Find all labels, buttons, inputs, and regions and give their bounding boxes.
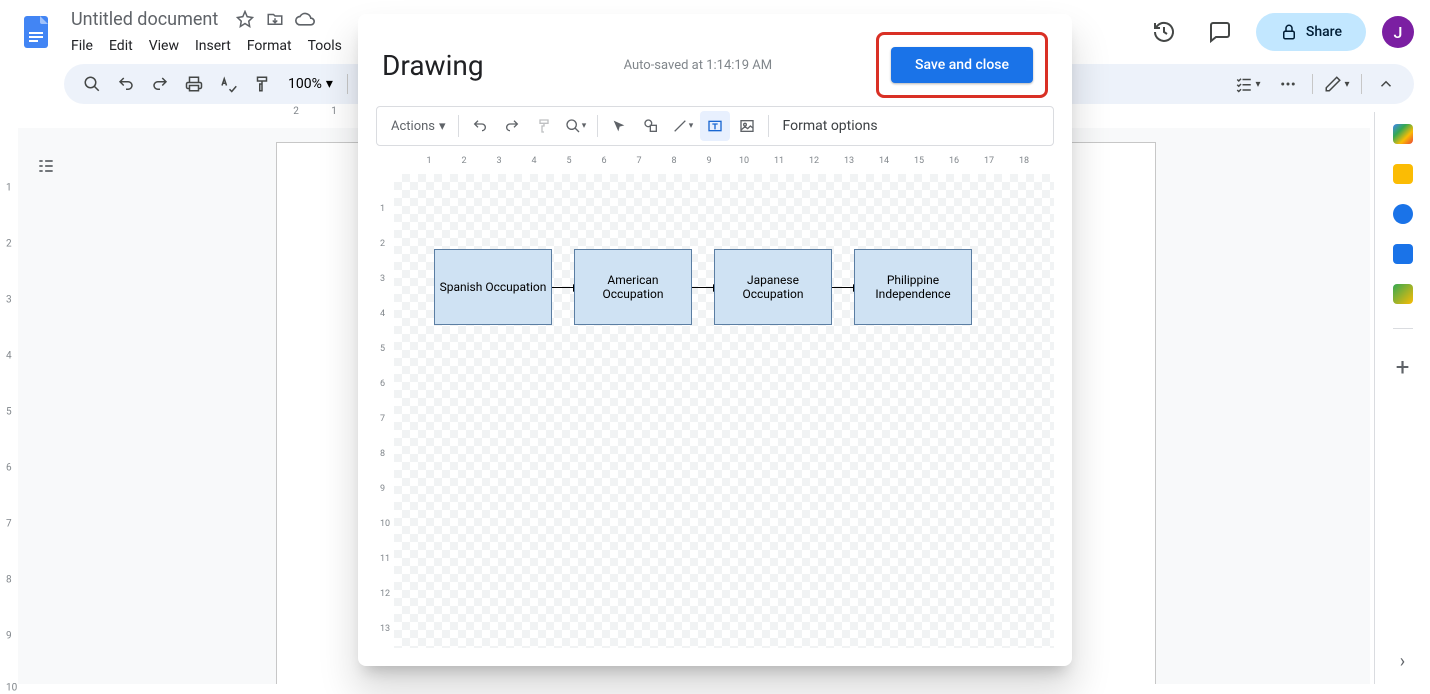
ruler-tick: 1 <box>380 204 385 214</box>
shape-tool-icon[interactable] <box>636 111 666 141</box>
actions-label: Actions <box>391 119 435 134</box>
autosave-status: Auto-saved at 1:14:19 AM <box>624 58 773 73</box>
ruler-tick: 13 <box>844 156 854 166</box>
ruler-tick: 6 <box>601 156 606 166</box>
zoom-tool-icon[interactable]: ▾ <box>561 111 591 141</box>
ruler-tick: 17 <box>984 156 994 166</box>
ruler-tick: 1 <box>426 156 431 166</box>
ruler-tick: 11 <box>380 554 390 564</box>
ruler-tick: 8 <box>671 156 676 166</box>
drawing-toolbar: Actions ▾ ▾ ▾ Format options <box>376 106 1054 146</box>
save-and-close-button[interactable]: Save and close <box>891 47 1033 83</box>
ruler-tick: 7 <box>636 156 641 166</box>
ruler-tick: 3 <box>380 274 385 284</box>
flowchart-box[interactable]: Philippine Independence <box>854 249 972 325</box>
ruler-tick: 11 <box>774 156 784 166</box>
drawing-canvas[interactable]: Spanish Occupation American Occupation J… <box>394 174 1054 648</box>
image-tool-icon[interactable] <box>732 111 762 141</box>
dialog-header: Drawing Auto-saved at 1:14:19 AM Save an… <box>358 14 1072 106</box>
toolbar-separator <box>597 115 598 137</box>
modal-backdrop: Drawing Auto-saved at 1:14:19 AM Save an… <box>0 0 1430 684</box>
drawing-ruler-horizontal: 1 2 3 4 5 6 7 8 9 10 11 12 13 14 15 16 1… <box>376 156 1054 174</box>
ruler-tick: 4 <box>380 309 385 319</box>
flowchart-box[interactable]: Spanish Occupation <box>434 249 552 325</box>
ruler-tick: 16 <box>949 156 959 166</box>
line-tool-icon[interactable]: ▾ <box>668 111 698 141</box>
ruler-tick: 14 <box>879 156 889 166</box>
textbox-tool-icon[interactable] <box>700 111 730 141</box>
ruler-tick: 8 <box>380 449 385 459</box>
ruler-tick: 7 <box>380 414 385 424</box>
select-tool-icon[interactable] <box>604 111 634 141</box>
arrow-connector[interactable] <box>692 287 714 288</box>
flowchart-box[interactable]: American Occupation <box>574 249 692 325</box>
ruler-tick: 10 <box>380 519 390 529</box>
drawing-ruler-vertical: 1 2 3 4 5 6 7 8 9 10 11 12 13 14 <box>376 174 394 648</box>
ruler-tick: 2 <box>461 156 466 166</box>
ruler-tick: 4 <box>531 156 536 166</box>
ruler-tick: 13 <box>380 624 390 634</box>
redo-icon[interactable] <box>497 111 527 141</box>
drawing-canvas-area: 1 2 3 4 5 6 7 8 9 10 11 12 13 14 15 16 1… <box>376 156 1054 648</box>
paint-format-icon[interactable] <box>529 111 559 141</box>
drawing-dialog: Drawing Auto-saved at 1:14:19 AM Save an… <box>358 14 1072 666</box>
ruler-tick: 3 <box>496 156 501 166</box>
chevron-down-icon: ▾ <box>689 121 694 131</box>
toolbar-separator <box>458 115 459 137</box>
ruler-tick: 9 <box>380 484 385 494</box>
toolbar-separator <box>768 115 769 137</box>
ruler-tick: 5 <box>566 156 571 166</box>
ruler-tick: 10 <box>6 683 17 694</box>
chevron-down-icon: ▾ <box>582 121 587 131</box>
chevron-down-icon: ▾ <box>439 119 446 134</box>
ruler-tick: 6 <box>380 379 385 389</box>
flowchart-box[interactable]: Japanese Occupation <box>714 249 832 325</box>
format-options-button[interactable]: Format options <box>775 114 886 138</box>
arrow-connector[interactable] <box>832 287 854 288</box>
ruler-tick: 10 <box>739 156 749 166</box>
arrow-connector[interactable] <box>552 287 574 288</box>
save-close-focus-ring: Save and close <box>876 32 1048 98</box>
ruler-tick: 12 <box>809 156 819 166</box>
ruler-tick: 5 <box>380 344 385 354</box>
undo-icon[interactable] <box>465 111 495 141</box>
ruler-tick: 15 <box>914 156 924 166</box>
ruler-tick: 2 <box>380 239 385 249</box>
dialog-title: Drawing <box>382 49 484 82</box>
ruler-tick: 12 <box>380 589 390 599</box>
ruler-tick: 9 <box>706 156 711 166</box>
ruler-tick: 18 <box>1019 156 1029 166</box>
actions-menu[interactable]: Actions ▾ <box>385 115 452 138</box>
